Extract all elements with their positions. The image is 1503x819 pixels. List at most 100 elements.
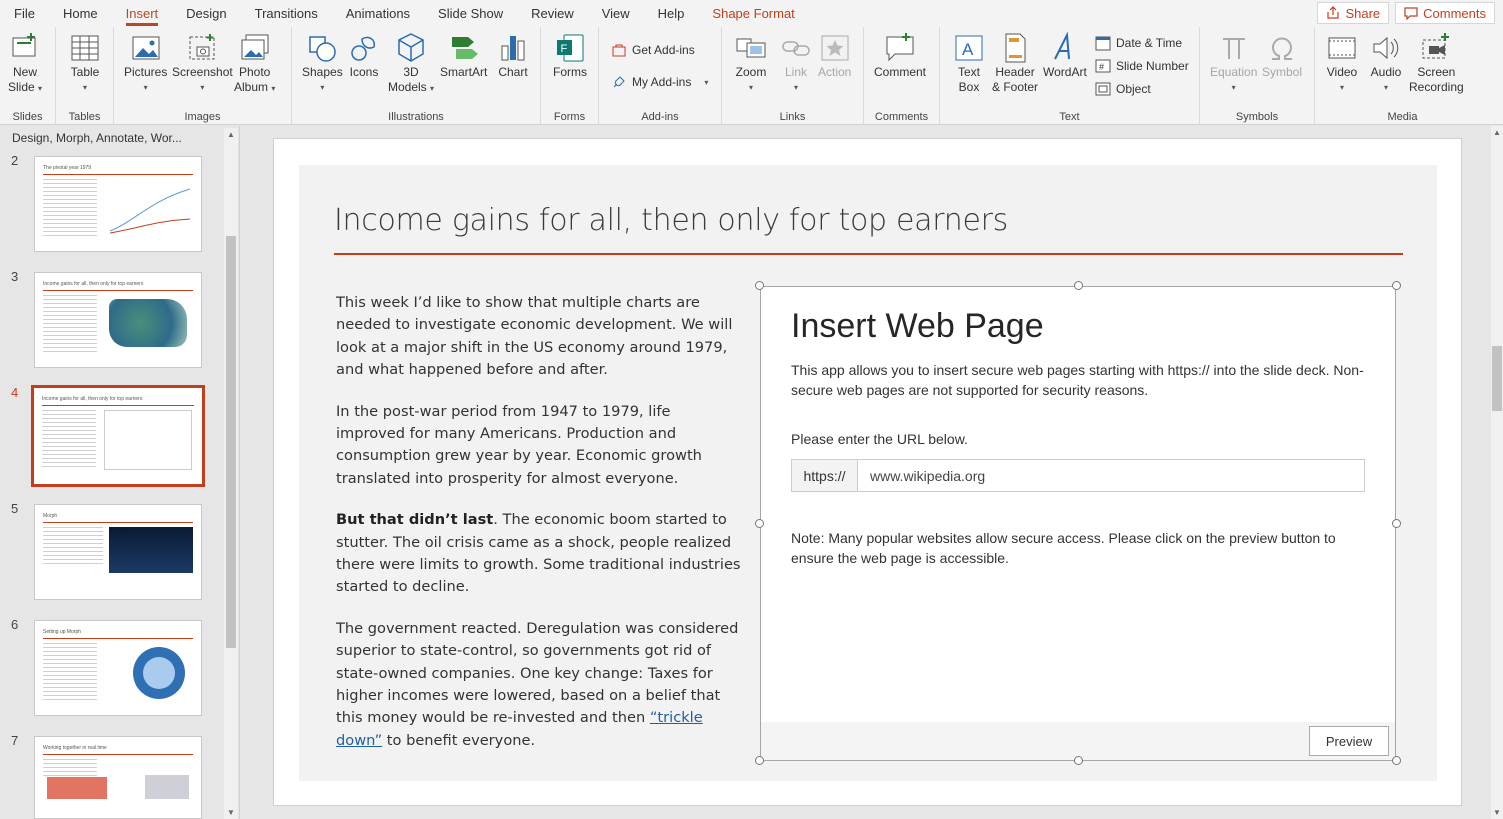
menu-view[interactable]: View <box>588 0 644 27</box>
slide-body-text[interactable]: This week I’d like to show that multiple… <box>336 292 741 771</box>
slide-thumbnail-3[interactable]: Income gains for all, then only for top … <box>34 272 202 368</box>
slide-thumbnail-2[interactable]: The pivotal year 1979 <box>34 156 202 252</box>
svg-text:A: A <box>962 40 974 59</box>
chart-button[interactable]: Chart <box>497 31 529 80</box>
menu-help[interactable]: Help <box>644 0 699 27</box>
current-slide[interactable]: Income gains for all, then only for top … <box>273 138 1462 806</box>
thumb-text-lines <box>43 527 103 567</box>
object-button[interactable]: Object <box>1095 81 1151 97</box>
preview-button[interactable]: Preview <box>1309 726 1389 756</box>
zoom-button[interactable]: Zoom ▾ <box>735 31 767 95</box>
my-addins-button[interactable]: My Add-ins ▾ <box>611 74 708 90</box>
forms-icon: F <box>557 34 584 62</box>
scroll-up-arrow[interactable]: ▲ <box>227 130 235 139</box>
menu-bar: File Home Insert Design Transitions Anim… <box>0 0 1503 27</box>
symbol-button[interactable]: Symbol <box>1262 31 1302 80</box>
slide-thumbnail-5[interactable]: Morph <box>34 504 202 600</box>
video-button[interactable]: Video ▾ <box>1326 31 1358 95</box>
ribbon: New Slide ▾ Slides Table ▾ Tables Pictur… <box>0 27 1503 125</box>
thumbnail-scrollbar[interactable]: ▲ ▼ <box>224 128 238 819</box>
menu-home[interactable]: Home <box>49 0 112 27</box>
slide-number-button[interactable]: # Slide Number <box>1095 58 1189 74</box>
table-button[interactable]: Table ▾ <box>69 31 101 95</box>
icons-button[interactable]: Icons <box>348 31 380 80</box>
title-rule <box>334 253 1403 255</box>
slide-thumbnail-4[interactable]: Income gains for all, then only for top … <box>31 385 205 487</box>
thumb-rule <box>43 522 193 523</box>
link-label: Link <box>784 65 807 79</box>
icons-label: Icons <box>349 65 379 79</box>
icons-icon <box>351 36 376 61</box>
paragraph-3: But that didn’t last. The economic boom … <box>336 509 741 598</box>
table-icon <box>71 35 99 61</box>
menu-animations[interactable]: Animations <box>332 0 424 27</box>
pictures-button[interactable]: Pictures ▾ <box>124 31 167 95</box>
smartart-button[interactable]: SmartArt <box>440 31 487 80</box>
thumb-circle-inner <box>143 657 175 689</box>
scroll-down-arrow[interactable]: ▼ <box>1493 808 1501 817</box>
text-box-label: Text <box>957 65 980 79</box>
forms-label: Forms <box>553 65 587 79</box>
scroll-down-arrow[interactable]: ▼ <box>227 808 235 817</box>
canvas-scrollbar[interactable]: ▲ ▼ <box>1491 126 1503 819</box>
url-input[interactable] <box>858 459 1365 492</box>
group-label-forms: Forms <box>553 111 586 123</box>
scroll-up-arrow[interactable]: ▲ <box>1493 128 1501 137</box>
menu-slide-show[interactable]: Slide Show <box>424 0 517 27</box>
share-button[interactable]: Share <box>1317 2 1390 24</box>
action-button[interactable]: Action <box>818 31 851 80</box>
scrollbar-thumb[interactable] <box>1492 346 1502 411</box>
equation-button[interactable]: Equation ▾ <box>1210 31 1257 95</box>
action-star-icon <box>821 35 849 61</box>
section-header[interactable]: Design, Morph, Annotate, Wor... <box>12 131 182 145</box>
smartart-icon <box>451 37 478 59</box>
resize-handle-bottom-left[interactable] <box>755 756 764 765</box>
get-addins-label: Get Add-ins <box>632 43 695 57</box>
action-label: Action <box>818 65 852 79</box>
comment-button[interactable]: Comment <box>874 31 926 80</box>
addin-footer: Preview <box>761 722 1395 760</box>
group-links: Zoom ▾ Link ▾ Action Links <box>722 27 864 125</box>
scrollbar-thumb[interactable] <box>226 236 236 648</box>
link-icon <box>782 41 810 56</box>
menu-design[interactable]: Design <box>172 0 240 27</box>
audio-button[interactable]: Audio ▾ <box>1370 31 1402 95</box>
thumb-text-lines <box>43 643 97 703</box>
link-button[interactable]: Link ▾ <box>780 31 812 95</box>
slide-title[interactable]: Income gains for all, then only for top … <box>334 203 1008 238</box>
resize-handle-right[interactable] <box>1392 519 1401 528</box>
shapes-button[interactable]: Shapes ▾ <box>302 31 343 95</box>
paragraph-1: This week I’d like to show that multiple… <box>336 294 733 378</box>
resize-handle-top-right[interactable] <box>1392 281 1401 290</box>
menu-insert[interactable]: Insert <box>112 0 173 27</box>
forms-button[interactable]: F Forms <box>553 31 587 80</box>
chart-icon <box>501 36 525 61</box>
new-slide-button[interactable]: New Slide ▾ <box>8 31 42 96</box>
wordart-button[interactable]: WordArt <box>1043 31 1087 80</box>
menu-file[interactable]: File <box>0 0 49 27</box>
text-box-button[interactable]: A Text Box <box>953 31 985 95</box>
3d-models-button[interactable]: 3D Models ▾ <box>388 31 434 96</box>
resize-handle-bottom-right[interactable] <box>1392 756 1401 765</box>
resize-handle-top[interactable] <box>1074 281 1083 290</box>
screen-recording-button[interactable]: Screen Recording <box>1409 31 1464 95</box>
menu-review[interactable]: Review <box>517 0 588 27</box>
menu-shape-format[interactable]: Shape Format <box>698 0 808 27</box>
insert-web-page-addin[interactable]: Insert Web Page This app allows you to i… <box>760 286 1396 761</box>
slide-thumbnail-6[interactable]: Setting up Morph <box>34 620 202 716</box>
header-footer-button[interactable]: Header & Footer <box>992 31 1038 95</box>
photo-album-label: Photo <box>239 65 271 79</box>
group-label-addins: Add-ins <box>641 111 679 123</box>
menu-transitions[interactable]: Transitions <box>241 0 332 27</box>
photo-album-button[interactable]: Photo Album ▾ <box>234 31 275 96</box>
shapes-icon <box>309 36 337 62</box>
resize-handle-left[interactable] <box>755 519 764 528</box>
date-time-button[interactable]: Date & Time <box>1095 35 1182 51</box>
resize-handle-top-left[interactable] <box>755 281 764 290</box>
slide-thumbnail-7[interactable]: Working together in real time <box>34 736 202 819</box>
get-addins-button[interactable]: Get Add-ins <box>611 42 695 58</box>
resize-handle-bottom[interactable] <box>1074 756 1083 765</box>
comments-button[interactable]: Comments <box>1395 2 1495 24</box>
slide-number-icon: # <box>1095 59 1111 73</box>
screenshot-button[interactable]: Screenshot ▾ <box>172 31 233 95</box>
